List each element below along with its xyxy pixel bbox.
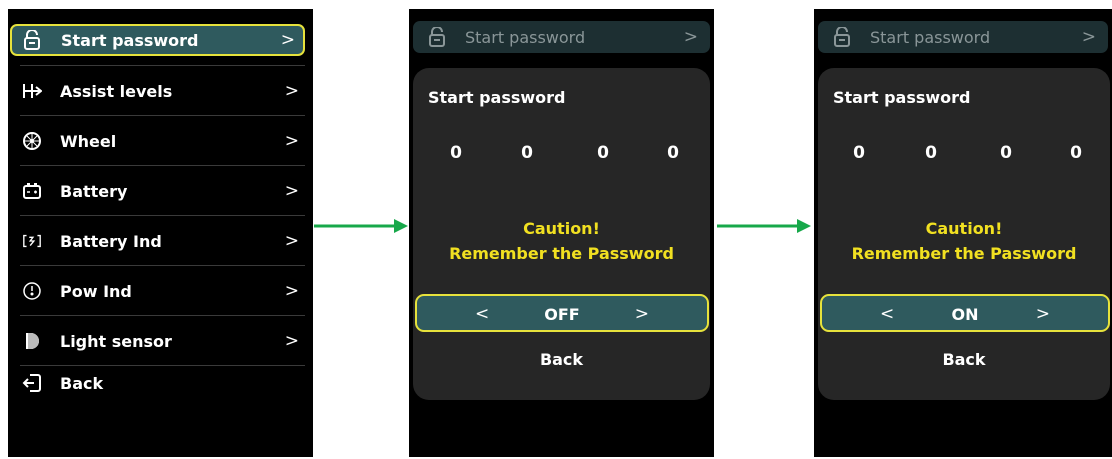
header-start-password: Start password > (413, 21, 710, 53)
toggle-next-arrow[interactable]: > (1036, 304, 1050, 324)
menu-item-start-password[interactable]: Start password > (10, 24, 305, 56)
menu-item-label: Wheel (60, 131, 117, 151)
back-button[interactable]: Back (818, 350, 1110, 369)
menu-item-battery[interactable]: Battery > (8, 167, 313, 215)
chevron-right-icon: > (284, 81, 299, 101)
password-digit-1[interactable]: 0 (849, 143, 869, 163)
menu-item-battery-ind[interactable]: Battery Ind > (8, 217, 313, 265)
password-dialog: Start password 0 0 0 0 Caution! Remember… (818, 68, 1110, 400)
header-label: Start password (870, 27, 991, 47)
menu-item-pow-ind[interactable]: Pow Ind > (8, 267, 313, 315)
battery-icon (22, 181, 42, 201)
chevron-right-icon: > (683, 27, 698, 47)
chevron-right-icon: > (284, 331, 299, 351)
lock-icon (22, 30, 42, 50)
header-start-password: Start password > (818, 21, 1108, 53)
flow-arrow (314, 219, 408, 233)
lock-icon (832, 27, 852, 47)
back-label: Back (60, 373, 104, 393)
menu-item-label: Light sensor (60, 331, 172, 351)
caution-heading: Caution! (523, 219, 600, 238)
divider (20, 165, 305, 166)
password-dialog: Start password 0 0 0 0 Caution! Remember… (413, 68, 710, 400)
password-digit-4[interactable]: 0 (1066, 143, 1086, 163)
chevron-right-icon: > (284, 231, 299, 251)
caution-message: Remember the Password (449, 244, 674, 263)
dialog-title: Start password (833, 88, 971, 107)
password-digit-3[interactable]: 0 (593, 143, 613, 163)
back-icon (22, 373, 42, 393)
password-digit-1[interactable]: 0 (446, 143, 466, 163)
divider (20, 65, 305, 66)
chevron-right-icon: > (1081, 27, 1096, 47)
lock-icon (427, 27, 447, 47)
flow-arrow (717, 219, 811, 233)
chevron-right-icon: > (284, 181, 299, 201)
battery-ind-icon (22, 231, 42, 251)
password-toggle[interactable]: < OFF > (415, 294, 709, 332)
chevron-right-icon: > (284, 281, 299, 301)
menu-item-label: Battery (60, 181, 128, 201)
password-digit-2[interactable]: 0 (921, 143, 941, 163)
divider (20, 115, 305, 116)
password-dialog-off-screen: Start password > Start password 0 0 0 0 … (409, 9, 714, 457)
caution-heading: Caution! (925, 219, 1003, 238)
password-digit-4[interactable]: 0 (663, 143, 683, 163)
light-sensor-icon (22, 331, 42, 351)
password-toggle[interactable]: < ON > (820, 294, 1110, 332)
menu-item-light-sensor[interactable]: Light sensor > (8, 317, 313, 365)
chevron-right-icon: > (284, 131, 299, 151)
menu-item-wheel[interactable]: Wheel > (8, 117, 313, 165)
back-button[interactable]: Back (8, 359, 313, 407)
menu-item-assist-levels[interactable]: Assist levels > (8, 67, 313, 115)
divider (20, 215, 305, 216)
power-ind-icon (22, 281, 42, 301)
divider (20, 265, 305, 266)
header-label: Start password (465, 27, 586, 47)
assist-levels-icon (22, 81, 42, 101)
password-digit-3[interactable]: 0 (996, 143, 1016, 163)
back-button[interactable]: Back (413, 350, 710, 369)
menu-item-label: Battery Ind (60, 231, 162, 251)
dialog-title: Start password (428, 88, 566, 107)
menu-item-label: Assist levels (60, 81, 173, 101)
password-dialog-on-screen: Start password > Start password 0 0 0 0 … (814, 9, 1112, 457)
menu-item-label: Start password (61, 30, 199, 50)
divider (20, 315, 305, 316)
settings-menu-screen: Start password > Assist levels > Wheel >… (8, 9, 313, 457)
toggle-value: ON (951, 305, 979, 324)
caution-message: Remember the Password (851, 244, 1077, 263)
toggle-value: OFF (544, 305, 580, 324)
chevron-right-icon: > (280, 30, 295, 50)
password-digit-2[interactable]: 0 (517, 143, 537, 163)
menu-item-label: Pow Ind (60, 281, 132, 301)
wheel-icon (22, 131, 42, 151)
toggle-next-arrow[interactable]: > (635, 304, 649, 324)
